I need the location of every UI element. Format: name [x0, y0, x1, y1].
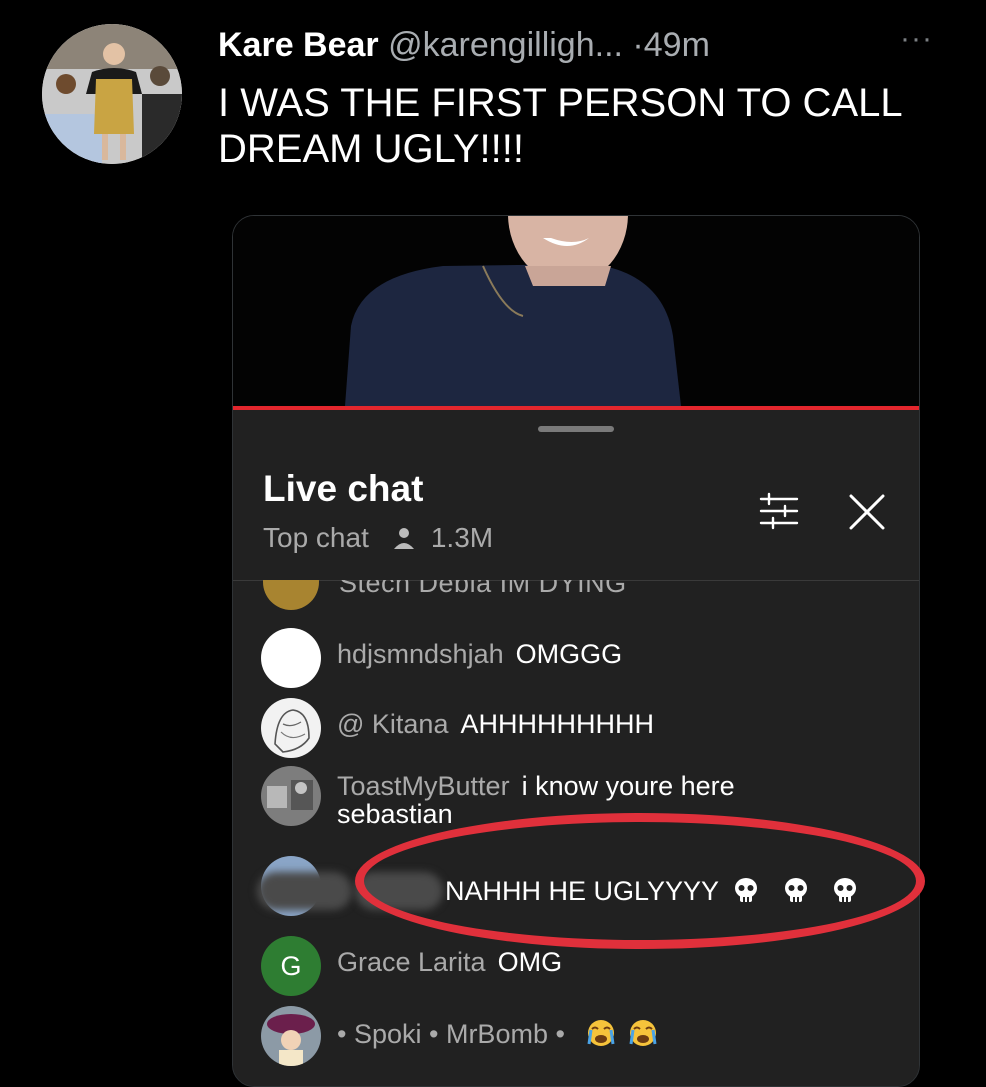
redacted-block — [257, 872, 352, 910]
avatar — [263, 580, 319, 610]
close-icon[interactable] — [847, 492, 887, 532]
crying-emoji-icon — [587, 1020, 615, 1046]
chat-author[interactable]: • Spoki • MrBomb • — [337, 1019, 565, 1049]
avatar — [261, 766, 321, 826]
chat-text: OMG — [497, 947, 563, 977]
chat-mode-row[interactable]: Top chat 1.3M — [263, 522, 493, 554]
chat-text: AHHHHHHHHH — [460, 709, 654, 739]
avatar — [261, 1006, 321, 1066]
avatar-letter: G — [261, 936, 321, 996]
avatar — [261, 628, 321, 688]
chat-message[interactable]: hdjsmndshjah OMGGG — [261, 628, 807, 688]
highlight-circle — [355, 813, 925, 949]
partial-message-text: Stech Debia IM DYING — [339, 580, 627, 598]
tweet-header: Kare Bear @karengilligh... ·49m — [218, 26, 710, 65]
sliders-icon[interactable] — [759, 492, 799, 530]
tweet-separator: · — [632, 26, 644, 64]
crying-emoji-icon — [629, 1020, 657, 1046]
chat-message[interactable]: @ Kitana AHHHHHHHHH — [261, 698, 807, 758]
chat-text: OMGGG — [515, 639, 623, 669]
tweet-display-name[interactable]: Kare Bear — [218, 26, 379, 64]
tweet-media-image[interactable]: Live chat Top chat 1.3M Stech Debia IM D… — [232, 215, 920, 1087]
more-options-icon[interactable]: ··· — [900, 22, 933, 56]
tweet-avatar[interactable] — [42, 24, 182, 164]
chat-message-partial: Stech Debia IM DYING — [263, 580, 919, 612]
viewer-count: 1.3M — [430, 522, 494, 553]
person-icon — [393, 528, 414, 549]
video-frame — [233, 216, 919, 406]
chat-author[interactable]: @ Kitana — [337, 709, 448, 739]
chat-author[interactable]: ToastMyButter — [337, 771, 510, 801]
chat-mode-label[interactable]: Top chat — [263, 522, 369, 554]
drag-handle[interactable] — [538, 426, 614, 432]
tweet-time[interactable]: 49m — [644, 26, 710, 64]
avatar — [261, 698, 321, 758]
chat-author[interactable]: Grace Larita — [337, 947, 486, 977]
tweet-text: I WAS THE FIRST PERSON TO CALL DREAM UGL… — [218, 81, 902, 171]
chat-author[interactable]: hdjsmndshjah — [337, 639, 504, 669]
chat-message[interactable]: • Spoki • MrBomb • — [261, 1006, 807, 1066]
tweet-handle[interactable]: @karengilligh... — [388, 26, 623, 64]
live-chat-title: Live chat — [263, 468, 424, 509]
live-chat-panel: Live chat Top chat 1.3M Stech Debia IM D… — [233, 410, 919, 1086]
